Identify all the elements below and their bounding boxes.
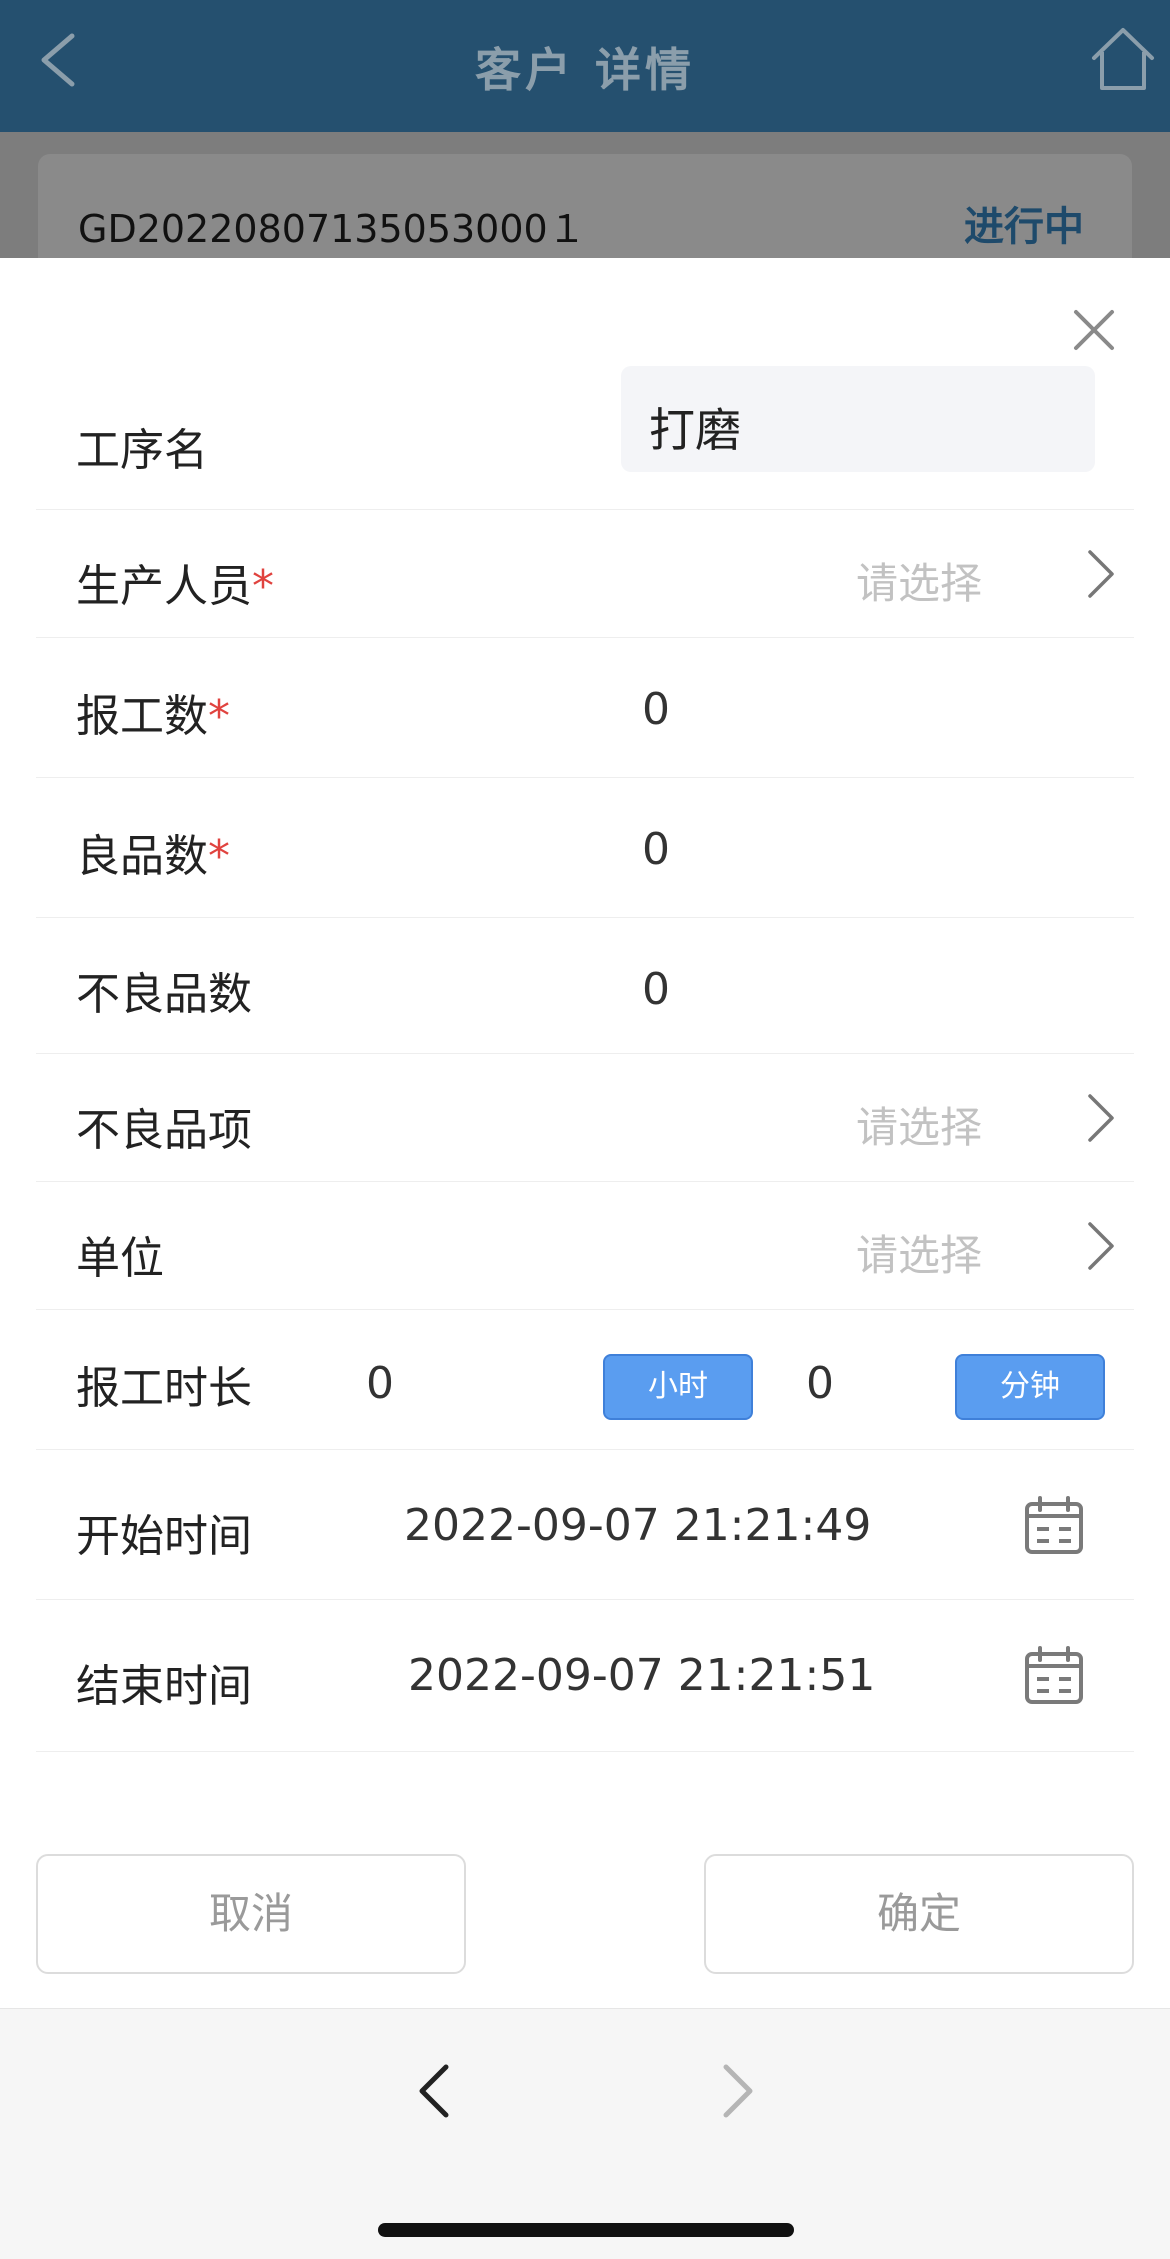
confirm-button[interactable]: 确定 xyxy=(704,1854,1134,1974)
reported-qty-row: 报工数* 0 xyxy=(36,638,1134,778)
home-icon[interactable] xyxy=(1090,24,1156,92)
end-time-value[interactable]: 2022-09-07 21:21:51 xyxy=(408,1650,875,1701)
report-work-sheet: 工序名 打磨 生产人员* 请选择 报工数* 0 良品数* 0 不良品数 0 不良… xyxy=(0,258,1170,2008)
good-qty-label: 良品数* xyxy=(76,831,230,882)
defect-items-placeholder: 请选择 xyxy=(855,1103,982,1152)
calendar-icon[interactable] xyxy=(1024,1646,1084,1706)
good-qty-row: 良品数* 0 xyxy=(36,778,1134,918)
process-name-field: 打磨 xyxy=(621,366,1095,472)
production-staff-placeholder: 请选择 xyxy=(855,559,982,608)
defect-items-row[interactable]: 不良品项 请选择 xyxy=(36,1054,1134,1182)
page-title: 客户 详情 xyxy=(474,43,695,97)
chevron-right-icon xyxy=(1088,1094,1114,1142)
defect-qty-row: 不良品数 0 xyxy=(36,918,1134,1054)
required-mark: * xyxy=(208,691,230,742)
calendar-icon[interactable] xyxy=(1024,1496,1084,1556)
start-time-value[interactable]: 2022-09-07 21:21:49 xyxy=(404,1500,871,1551)
duration-label: 报工时长 xyxy=(76,1363,252,1414)
process-name-value: 打磨 xyxy=(649,403,741,457)
order-status: 进行中 xyxy=(964,204,1084,250)
reported-qty-label: 报工数* xyxy=(76,691,230,742)
browser-toolbar xyxy=(0,2008,1170,2259)
start-time-label: 开始时间 xyxy=(76,1511,252,1562)
duration-hours-input[interactable]: 0 xyxy=(366,1358,394,1409)
defect-items-label: 不良品项 xyxy=(76,1105,252,1156)
chevron-left-icon[interactable] xyxy=(414,2061,454,2121)
home-indicator xyxy=(378,2223,794,2237)
duration-minutes-input[interactable]: 0 xyxy=(806,1358,834,1409)
start-time-row: 开始时间 2022-09-07 21:21:49 xyxy=(36,1450,1134,1600)
dimmed-background: GD20220807135053000１ 进行中 xyxy=(0,132,1170,258)
process-name-row: 工序名 打磨 xyxy=(36,366,1134,510)
production-staff-label: 生产人员* xyxy=(76,561,274,612)
hours-unit-button[interactable]: 小时 xyxy=(603,1354,753,1420)
chevron-right-icon xyxy=(1088,1222,1114,1270)
minutes-unit-button[interactable]: 分钟 xyxy=(955,1354,1105,1420)
app-header: 客户 详情 xyxy=(0,0,1170,132)
chevron-right-icon xyxy=(1088,550,1114,598)
cancel-button[interactable]: 取消 xyxy=(36,1854,466,1974)
production-staff-row[interactable]: 生产人员* 请选择 xyxy=(36,510,1134,638)
end-time-row: 结束时间 2022-09-07 21:21:51 xyxy=(36,1600,1134,1752)
unit-label: 单位 xyxy=(76,1233,164,1284)
close-icon[interactable] xyxy=(1072,308,1116,352)
end-time-label: 结束时间 xyxy=(76,1661,252,1712)
order-number: GD20220807135053000１ xyxy=(78,207,586,251)
good-qty-input[interactable]: 0 xyxy=(642,824,670,875)
defect-qty-input[interactable]: 0 xyxy=(642,964,670,1015)
required-mark: * xyxy=(208,831,230,882)
required-mark: * xyxy=(252,561,274,612)
unit-placeholder: 请选择 xyxy=(855,1231,982,1280)
chevron-right-icon[interactable] xyxy=(718,2061,758,2121)
duration-row: 报工时长 0 小时 0 分钟 xyxy=(36,1310,1134,1450)
defect-qty-label: 不良品数 xyxy=(76,969,252,1020)
unit-row[interactable]: 单位 请选择 xyxy=(36,1182,1134,1310)
process-name-label: 工序名 xyxy=(76,425,208,476)
reported-qty-input[interactable]: 0 xyxy=(642,684,670,735)
